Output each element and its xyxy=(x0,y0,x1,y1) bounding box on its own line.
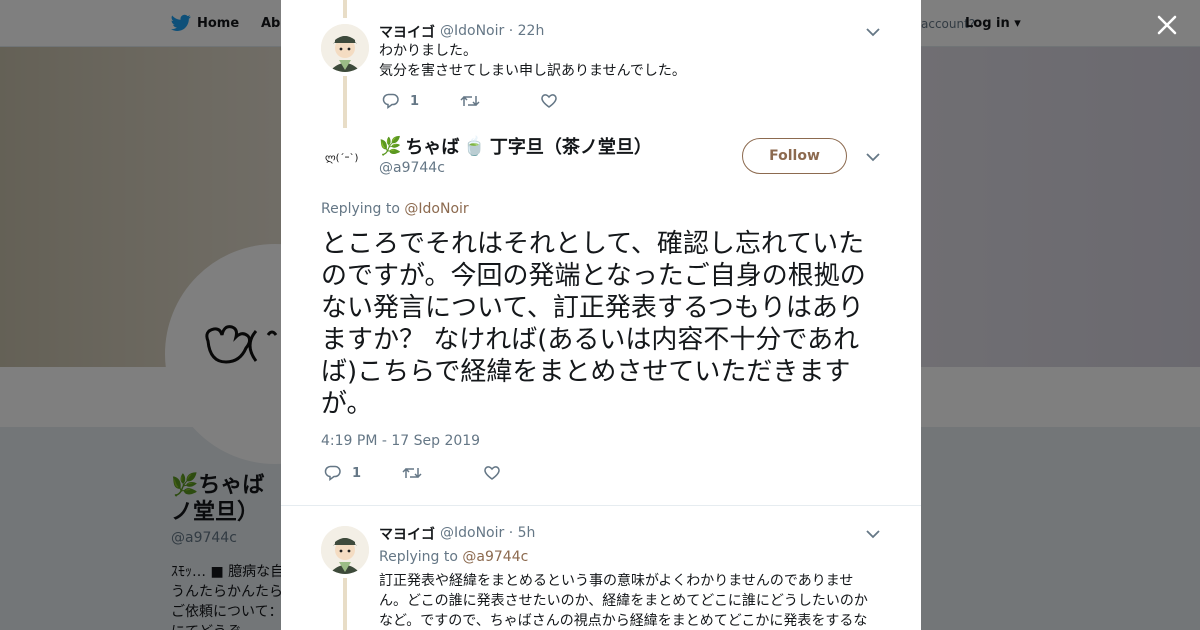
like-icon xyxy=(541,94,557,108)
retweet-button[interactable] xyxy=(460,92,480,110)
like-button[interactable] xyxy=(540,92,558,110)
kaomoji-avatar-icon: ლ(´ｰ`) xyxy=(325,152,359,164)
tweet-author-name[interactable]: マヨイゴ xyxy=(379,22,435,42)
thread-line xyxy=(343,76,347,128)
tweet-author-handle[interactable]: @IdoNoir · 22h xyxy=(440,23,544,39)
tweet-author-name[interactable]: 🌿 ちゃば 🍵 丁字旦（茶ノ堂旦） xyxy=(379,133,652,159)
reply-button[interactable]: 1 xyxy=(382,92,419,110)
tweet-time: 5h xyxy=(517,525,536,541)
tweet-author-name[interactable]: マヨイゴ xyxy=(379,524,435,544)
tweet-time: 22h xyxy=(517,23,545,39)
follow-button[interactable]: Follow xyxy=(742,138,847,174)
character-avatar-icon xyxy=(321,24,369,72)
tweet-author-handle[interactable]: @a9744c xyxy=(379,160,445,176)
reply-icon xyxy=(324,465,341,481)
character-avatar-icon xyxy=(321,526,369,574)
retweet-icon xyxy=(460,95,480,107)
retweet-icon xyxy=(402,467,422,479)
thread-line xyxy=(343,0,347,18)
replying-to-line: Replying to @IdoNoir xyxy=(321,201,469,217)
tweet-text: 訂正発表や経緯をまとめるという事の意味がよくわかりませんのでありません。どこの誰… xyxy=(379,573,868,629)
reply-count: 1 xyxy=(410,93,420,109)
thread-line xyxy=(343,578,347,630)
tweet-permalink-modal: マヨイゴ @IdoNoir · 22h わかりました。 気分を害させてしまい申し… xyxy=(281,0,921,630)
like-icon xyxy=(484,466,500,480)
like-button[interactable] xyxy=(483,464,501,482)
replying-to-link[interactable]: @IdoNoir xyxy=(404,201,468,217)
avatar[interactable]: ლ(´ｰ`) xyxy=(321,133,369,181)
chevron-down-icon[interactable] xyxy=(866,529,880,539)
replying-to-link[interactable]: @a9744c xyxy=(462,549,528,565)
tweet-timestamp[interactable]: 4:19 PM - 17 Sep 2019 xyxy=(321,433,480,449)
svg-text:ლ(´ｰ`): ლ(´ｰ`) xyxy=(325,152,359,164)
chevron-down-icon[interactable] xyxy=(866,27,880,37)
replying-to-line: Replying to @a9744c xyxy=(379,549,529,565)
avatar[interactable] xyxy=(321,24,369,72)
divider xyxy=(281,505,921,506)
tweet-text: わかりました。 気分を害させてしまい申し訳ありませんでした。 xyxy=(379,43,686,79)
tweet-text: ところでそれはそれとして、確認し忘れていたのですが。今回の発端となったご自身の根… xyxy=(321,229,866,419)
avatar[interactable] xyxy=(321,526,369,574)
chevron-down-icon[interactable] xyxy=(866,152,880,162)
reply-count: 1 xyxy=(352,465,362,481)
close-icon[interactable] xyxy=(1154,12,1180,38)
tweet-author-handle[interactable]: @IdoNoir · 5h xyxy=(440,525,535,541)
retweet-button[interactable] xyxy=(402,464,422,482)
reply-icon xyxy=(382,93,399,109)
leaf-icon: 🌿 xyxy=(379,135,402,157)
tea-bowl-icon: 🍵 xyxy=(463,135,486,157)
reply-button[interactable]: 1 xyxy=(324,464,361,482)
